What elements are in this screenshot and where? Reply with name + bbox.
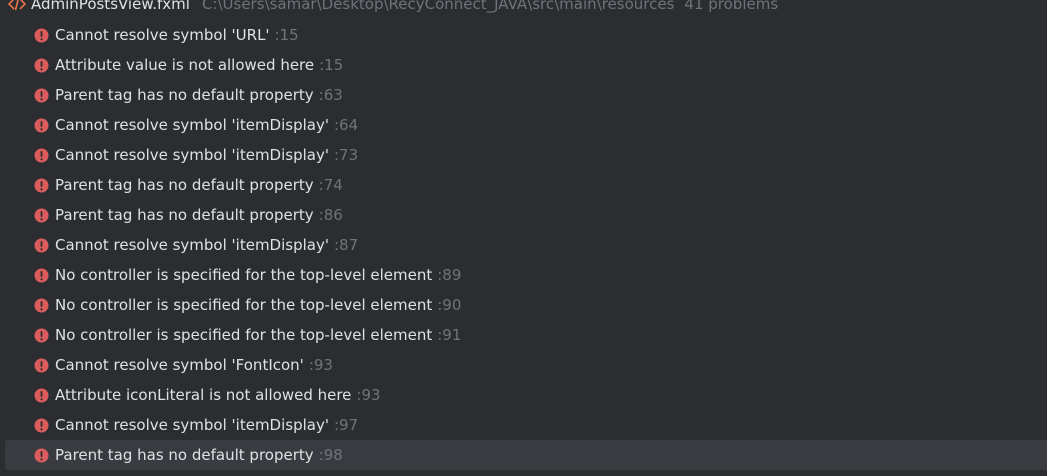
file-group-header[interactable]: AdminPostsView.fxml C:\Users\samar\Deskt…	[0, 0, 1047, 16]
error-icon	[33, 267, 49, 283]
error-icon	[33, 297, 49, 313]
error-icon	[33, 207, 49, 223]
file-path: C:\Users\samar\Desktop\RecyConnect_JAVA\…	[201, 0, 675, 13]
error-icon	[33, 147, 49, 163]
error-icon	[33, 417, 49, 433]
error-icon	[33, 357, 49, 373]
problem-message: Attribute iconLiteral is not allowed her…	[55, 386, 352, 404]
problem-row[interactable]: Cannot resolve symbol 'FontIcon':93	[0, 350, 1047, 380]
problem-line-number: :89	[437, 266, 462, 284]
problem-row[interactable]: Parent tag has no default property:74	[0, 170, 1047, 200]
error-icon	[33, 327, 49, 343]
problem-message: Cannot resolve symbol 'itemDisplay'	[55, 236, 329, 254]
problem-line-number: :73	[333, 146, 359, 164]
problem-message: Parent tag has no default property	[55, 176, 314, 194]
problem-message: Cannot resolve symbol 'itemDisplay'	[55, 146, 329, 164]
problem-message: Parent tag has no default property	[55, 86, 314, 104]
problems-panel: AdminPostsView.fxml C:\Users\samar\Deskt…	[0, 0, 1047, 476]
problem-message: Cannot resolve symbol 'FontIcon'	[55, 356, 304, 374]
problem-row[interactable]: Parent tag has no default property:63	[0, 80, 1047, 110]
problem-line-number: :15	[319, 56, 344, 74]
problem-row[interactable]: Cannot resolve symbol 'itemDisplay':64	[0, 110, 1047, 140]
problem-row[interactable]: Cannot resolve symbol 'itemDisplay':87	[0, 230, 1047, 260]
problem-row[interactable]: No controller is specified for the top-l…	[0, 260, 1047, 290]
problem-row[interactable]: Parent tag has no default property:98	[5, 440, 1047, 470]
error-icon	[33, 387, 49, 403]
error-icon	[33, 57, 49, 73]
error-icon	[33, 237, 49, 253]
problem-list: Cannot resolve symbol 'URL':15 Attribute …	[0, 20, 1047, 470]
problem-line-number: :93	[356, 386, 381, 404]
problem-line-number: :90	[437, 296, 462, 314]
problem-row[interactable]: Cannot resolve symbol 'itemDisplay':97	[0, 410, 1047, 440]
file-name: AdminPostsView.fxml	[31, 0, 190, 13]
problem-message: Attribute value is not allowed here	[55, 56, 315, 74]
problem-line-number: :15	[274, 26, 299, 44]
problem-row[interactable]: Attribute value is not allowed here:15	[0, 50, 1047, 80]
error-icon	[33, 117, 49, 133]
problem-row[interactable]: Cannot resolve symbol 'itemDisplay':73	[0, 140, 1047, 170]
problem-line-number: :64	[333, 116, 359, 134]
problem-message: No controller is specified for the top-l…	[55, 326, 433, 344]
error-icon	[33, 27, 49, 43]
problem-row[interactable]: No controller is specified for the top-l…	[0, 290, 1047, 320]
problem-row[interactable]: Cannot resolve symbol 'URL':15	[0, 20, 1047, 50]
problem-message: No controller is specified for the top-l…	[55, 296, 433, 314]
problem-message: Cannot resolve symbol 'itemDisplay'	[55, 116, 329, 134]
problem-message: Parent tag has no default property	[55, 446, 314, 464]
xml-file-icon	[8, 0, 26, 13]
problem-row[interactable]: No controller is specified for the top-l…	[0, 320, 1047, 350]
problem-message: Cannot resolve symbol 'URL'	[55, 26, 270, 44]
problem-row[interactable]: Parent tag has no default property:86	[0, 200, 1047, 230]
problem-message: Parent tag has no default property	[55, 206, 314, 224]
problem-line-number: :87	[333, 236, 359, 254]
problem-line-number: :86	[318, 206, 343, 224]
error-icon	[33, 177, 49, 193]
problem-line-number: :74	[318, 176, 343, 194]
problem-count: 41 problems	[684, 0, 779, 13]
problem-message: No controller is specified for the top-l…	[55, 266, 433, 284]
problem-line-number: :63	[318, 86, 343, 104]
error-icon	[33, 447, 49, 463]
problem-line-number: :93	[308, 356, 333, 374]
problem-line-number: :97	[333, 416, 359, 434]
error-icon	[33, 87, 49, 103]
problem-row[interactable]: Attribute iconLiteral is not allowed her…	[0, 380, 1047, 410]
problem-message: Cannot resolve symbol 'itemDisplay'	[55, 416, 329, 434]
problem-line-number: :91	[437, 326, 462, 344]
problem-line-number: :98	[318, 446, 343, 464]
